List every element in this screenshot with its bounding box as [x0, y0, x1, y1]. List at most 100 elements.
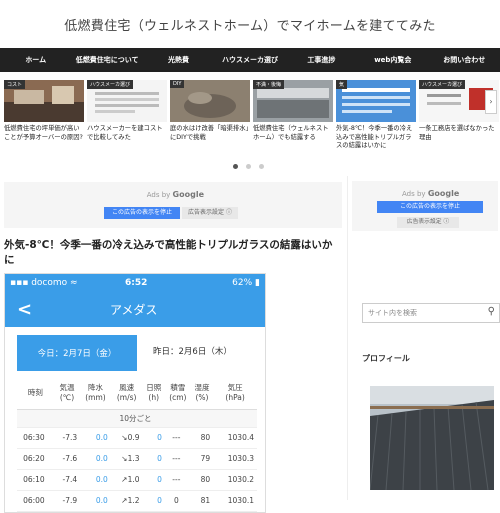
- cell-humidity: 81: [190, 490, 214, 512]
- col-header: 気圧 (hPa): [213, 377, 257, 410]
- carousel-card[interactable]: 気 外気-8℃！今季一番の冷え込みで高性能トリプルガラスの結露はいかに: [336, 80, 416, 166]
- global-nav: ホーム 低燃費住宅について 光熱費 ハウスメーカ選び 工事進捗 web内覧会 お…: [0, 48, 500, 72]
- carousel-pagination: [233, 164, 264, 169]
- group-label: 10分ごと: [17, 409, 257, 428]
- nav-item-utility-cost[interactable]: 光熱費: [143, 55, 214, 65]
- nav-item-home[interactable]: ホーム: [0, 55, 71, 65]
- carousel-dot[interactable]: [246, 164, 251, 169]
- card-category: ハウスメーカ選び: [87, 80, 134, 89]
- card-title[interactable]: 外気-8℃！今季一番の冷え込みで高性能トリプルガラスの結露はいかに: [336, 125, 416, 151]
- chevron-right-icon[interactable]: ›: [485, 90, 497, 114]
- carousel-dot[interactable]: [259, 164, 264, 169]
- cell-precip: 0.0: [80, 490, 111, 512]
- cell-sun: 0: [142, 490, 165, 512]
- weather-table: 時刻 気温 (℃) 降水 (mm) 風速 (m/s) 日照 (h) 積雪 (cm…: [17, 377, 257, 512]
- card-title[interactable]: ハウスメーカーを建コストで比較してみた: [87, 125, 167, 142]
- card-title[interactable]: 低燃費住宅の坪単価が高いことが予算オーバーの原因?: [4, 125, 84, 142]
- post-carousel: コスト 低燃費住宅の坪単価が高いことが予算オーバーの原因? ハウスメーカ選び ハ…: [0, 72, 500, 166]
- card-thumbnail: 気: [336, 80, 416, 122]
- profile-image: [370, 386, 494, 490]
- table-row: 06:30 -7.3 0.0 ↘0.9 0 --- 80 1030.4: [17, 427, 257, 449]
- cell-snow: 0: [164, 490, 191, 512]
- cell-humidity: 80: [190, 427, 214, 449]
- ad-stop-button[interactable]: この広告の表示を停止: [104, 207, 180, 219]
- col-header: 時刻: [17, 377, 54, 410]
- cell-precip: 0.0: [80, 427, 111, 449]
- nav-item-progress[interactable]: 工事進捗: [286, 55, 357, 65]
- cell-sun: 0: [142, 427, 165, 449]
- battery-percent: 62%: [232, 277, 253, 288]
- sidebar: Ads by Google この広告の表示を停止 広告表示設定 ⓘ サイト内を検…: [352, 176, 500, 490]
- phone-status-bar: ▪▪▪ docomo ≈ 6:52 62% ▮: [5, 274, 265, 292]
- tab-today[interactable]: 今日：2月7日（金）: [17, 335, 137, 372]
- cell-pressure: 1030.2: [213, 469, 257, 491]
- back-arrow-icon[interactable]: <: [17, 299, 32, 320]
- card-thumbnail: 不満・後悔: [253, 80, 333, 122]
- col-header: 積雪 (cm): [164, 377, 191, 410]
- cell-wind: ↗1.0: [110, 469, 143, 491]
- card-title[interactable]: 庭の水はけ改善「暗渠排水」にDIYで挑戦: [170, 125, 250, 142]
- card-thumbnail: DIY: [170, 80, 250, 122]
- carousel-card[interactable]: DIY 庭の水はけ改善「暗渠排水」にDIYで挑戦: [170, 80, 250, 166]
- card-title[interactable]: 低燃費住宅（ウェルネストホーム）でも結露する: [253, 125, 333, 142]
- cell-wind: ↗1.2: [110, 490, 143, 512]
- nav-item-about[interactable]: 低燃費住宅について: [71, 55, 142, 65]
- post-title: 外気-8℃！今季一番の冷え込みで高性能トリプルガラスの結露はいかに: [4, 239, 333, 267]
- site-search-input[interactable]: サイト内を検索 ⚲: [362, 303, 500, 323]
- ad-unit: Ads by Google この広告の表示を停止 広告表示設定 ⓘ: [4, 182, 342, 228]
- group-row: 10分ごと: [17, 409, 257, 428]
- cell-sun: 0: [142, 448, 165, 470]
- profile-heading: プロフィール: [362, 354, 410, 363]
- card-category: 不満・後悔: [253, 80, 285, 89]
- card-category: DIY: [170, 80, 185, 88]
- wifi-icon: ≈: [70, 277, 78, 288]
- ad-stop-button[interactable]: この広告の表示を停止: [377, 201, 483, 213]
- site-title[interactable]: 低燃費住宅（ウェルネストホーム）でマイホームを建ててみた: [64, 15, 436, 34]
- ads-by-google[interactable]: Ads by Google: [402, 189, 459, 198]
- cell-temp: -7.4: [53, 469, 81, 491]
- carousel-card[interactable]: ハウスメーカ選び ハウスメーカーを建コストで比較してみた: [87, 80, 167, 166]
- cell-temp: -7.9: [53, 490, 81, 512]
- carousel-card[interactable]: コスト 低燃費住宅の坪単価が高いことが予算オーバーの原因?: [4, 80, 84, 166]
- column-divider: [347, 176, 348, 500]
- phone-time: 6:52: [125, 277, 148, 288]
- card-category: コスト: [4, 80, 26, 89]
- card-category: 気: [336, 80, 348, 89]
- col-header: 湿度 (%): [190, 377, 214, 410]
- ads-by-google[interactable]: Ads by Google: [147, 190, 204, 199]
- tab-yesterday[interactable]: 昨日：2月6日（木）: [153, 345, 232, 357]
- screen-title: アメダス: [110, 302, 158, 317]
- col-header: 風速 (m/s): [110, 377, 143, 410]
- cell-time: 06:00: [17, 490, 54, 512]
- cell-snow: ---: [164, 448, 191, 470]
- date-tabs: 今日：2月7日（金） 昨日：2月6日（木）: [5, 335, 265, 372]
- col-header: 日照 (h): [142, 377, 165, 410]
- nav-item-housemaker[interactable]: ハウスメーカ選び: [214, 55, 285, 65]
- ad-settings-button[interactable]: 広告表示設定 ⓘ: [182, 207, 238, 219]
- cell-pressure: 1030.1: [213, 490, 257, 512]
- cell-precip: 0.0: [80, 448, 111, 470]
- card-category: ハウスメーカ選び: [419, 80, 466, 89]
- cell-time: 06:20: [17, 448, 54, 470]
- carrier: docomo: [31, 277, 68, 288]
- cell-temp: -7.6: [53, 448, 81, 470]
- cell-wind: ↘0.9: [110, 427, 143, 449]
- carousel-card[interactable]: 不満・後悔 低燃費住宅（ウェルネストホーム）でも結露する: [253, 80, 333, 166]
- carousel-dot[interactable]: [233, 164, 238, 169]
- cell-snow: ---: [164, 469, 191, 491]
- amedas-screenshot: ▪▪▪ docomo ≈ 6:52 62% ▮ < アメダス 今日：2月7日（金…: [4, 273, 266, 513]
- battery-status: 62% ▮: [232, 277, 260, 288]
- nav-item-contact[interactable]: お問い合わせ: [429, 55, 500, 65]
- ad-settings-button[interactable]: 広告表示設定 ⓘ: [397, 217, 459, 228]
- cell-pressure: 1030.3: [213, 448, 257, 470]
- card-thumbnail: コスト: [4, 80, 84, 122]
- nav-item-web-tour[interactable]: web内覧会: [357, 55, 428, 65]
- cell-humidity: 80: [190, 469, 214, 491]
- search-icon[interactable]: ⚲: [488, 306, 495, 317]
- cell-time: 06:10: [17, 469, 54, 491]
- table-row: 06:10 -7.4 0.0 ↗1.0 0 --- 80 1030.2: [17, 469, 257, 491]
- cell-snow: ---: [164, 427, 191, 449]
- cell-humidity: 79: [190, 448, 214, 470]
- card-title[interactable]: 一条工務店を選ばなかった理由: [419, 125, 499, 142]
- signal-icon: ▪▪▪: [10, 277, 29, 288]
